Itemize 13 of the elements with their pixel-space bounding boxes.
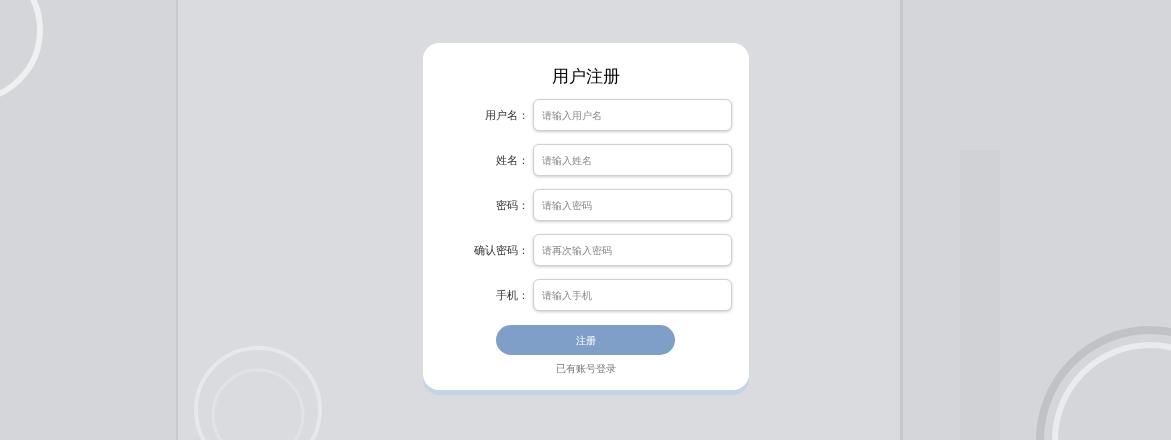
field-label: 用户名： <box>484 107 530 123</box>
register-button[interactable]: 注册 <box>496 325 675 355</box>
input-field[interactable]: 请输入姓名 <box>533 144 732 176</box>
input-field[interactable]: 请输入手机 <box>533 279 732 311</box>
field-label: 密码： <box>495 197 530 213</box>
field-label: 手机： <box>495 287 530 303</box>
input-field[interactable]: 请输入密码 <box>533 189 732 221</box>
login-link[interactable]: 已有账号登录 <box>555 361 616 376</box>
input-field[interactable]: 请再次输入密码 <box>533 234 732 266</box>
field-label: 姓名： <box>495 152 530 168</box>
field-label: 确认密码： <box>473 242 530 258</box>
form-title: 用户注册 <box>551 66 620 88</box>
input-field[interactable]: 请输入用户名 <box>533 99 732 131</box>
